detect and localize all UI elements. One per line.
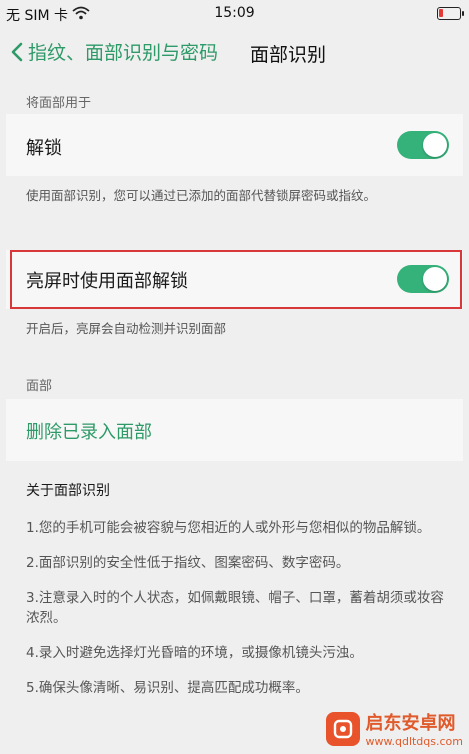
watermark-name: 启东安卓网 — [365, 713, 456, 734]
about-item: 5.确保头像清晰、易识别、提高匹配成功概率。 — [26, 680, 309, 696]
status-time: 15:09 — [214, 5, 255, 21]
delete-face-button[interactable]: 删除已录入面部 — [26, 418, 152, 444]
back-chevron-icon — [11, 42, 23, 61]
about-item: 2.面部识别的安全性低于指纹、图案密码、数字密码。 — [26, 555, 350, 571]
section-label-use: 将面部用于 — [26, 96, 92, 111]
watermark-url: www.qdltdqs.com — [365, 735, 464, 748]
back-label: 指纹、面部识别与密码 — [28, 42, 219, 64]
battery-icon — [437, 7, 464, 20]
title-bar: 指纹、面部识别与密码 面部识别 — [0, 28, 469, 78]
screen-on-hint: 开启后，亮屏会自动检测并识别面部 — [26, 321, 227, 336]
about-title: 关于面部识别 — [26, 483, 110, 499]
unlock-label: 解锁 — [26, 138, 62, 159]
toggle-knob — [423, 133, 447, 157]
status-bar: 无 SIM 卡 15:09 — [0, 0, 469, 28]
about-item: 1.您的手机可能会被容貌与您相近的人或外形与您相似的物品解锁。 — [26, 520, 431, 536]
unlock-hint: 使用面部识别，您可以通过已添加的面部代替锁屏密码或指纹。 — [26, 188, 377, 203]
unlock-row[interactable]: 解锁 — [6, 114, 463, 176]
section-label-face: 面部 — [26, 379, 53, 394]
about-section: 关于面部识别 1.您的手机可能会被容貌与您相近的人或外形与您相似的物品解锁。 2… — [26, 480, 446, 713]
watermark-logo-icon — [325, 711, 360, 746]
page-title: 面部识别 — [250, 44, 327, 66]
about-item: 3.注意录入时的个人状态，如佩戴眼镜、帽子、口罩，蓄着胡须或妆容浓烈。 — [26, 590, 444, 626]
delete-face-row[interactable]: 删除已录入面部 — [6, 399, 463, 461]
unlock-toggle[interactable] — [397, 131, 449, 159]
highlight-box — [10, 250, 462, 309]
watermark: 启东安卓网 www.qdltdqs.com — [325, 709, 464, 748]
about-item: 4.录入时避免选择灯光昏暗的环境，或摄像机镜头污浊。 — [26, 645, 363, 661]
back-button[interactable]: 指纹、面部识别与密码 — [10, 38, 218, 65]
